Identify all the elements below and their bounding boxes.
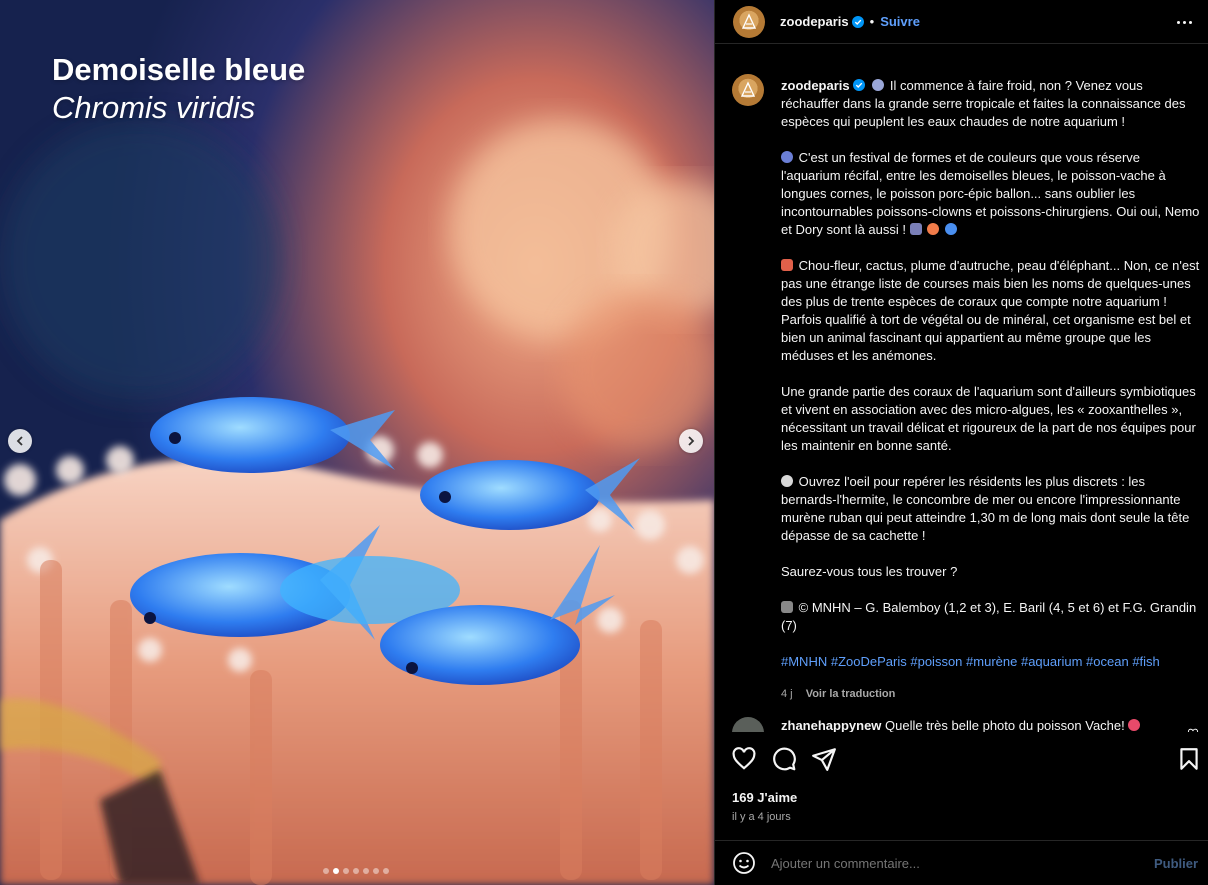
save-button[interactable] [1176, 746, 1202, 772]
hashtag-list: #MNHN #ZooDeParis #poisson #murène #aqua… [781, 653, 1201, 671]
more-dot-icon [1183, 20, 1186, 24]
species-common-name: Demoiselle bleue [52, 52, 306, 87]
like-count[interactable]: 169 J'aime [732, 790, 797, 805]
comment: zhanehappynew Quelle très belle photo du… [732, 717, 1202, 732]
carousel-dot [353, 868, 359, 874]
commenter-avatar[interactable] [732, 717, 764, 732]
fish-photo [0, 0, 714, 885]
media-caption: Demoiselle bleue Chromis viridis [52, 52, 305, 128]
comment-button[interactable] [771, 746, 797, 772]
caption-paragraph: © MNHN – G. Balemboy (1,2 et 3), E. Bari… [781, 599, 1201, 635]
caption-paragraph: zoodeparis Il commence à faire froid, no… [781, 77, 1201, 131]
caption-paragraph-text: Chou-fleur, cactus, plume d'autruche, pe… [781, 258, 1200, 363]
zoo-logo-icon [740, 81, 756, 97]
hashtag-link[interactable]: #murène [966, 654, 1017, 669]
zoo-logo-icon [741, 12, 757, 29]
species-latin-name: Chromis viridis [52, 90, 256, 125]
hashtag-link[interactable]: #aquarium [1021, 654, 1082, 669]
avatar[interactable] [733, 5, 765, 38]
caption-paragraph: Une grande partie des coraux de l'aquari… [781, 384, 1196, 453]
carousel-dots [323, 868, 389, 874]
more-options-button[interactable] [1177, 14, 1197, 30]
more-dot-icon [1189, 20, 1192, 24]
hashtag-link[interactable]: #ZooDeParis [831, 654, 907, 669]
heart-icon [732, 747, 756, 770]
more-dot-icon [1177, 20, 1180, 24]
caption-scroll-area[interactable]: zoodeparis Il commence à faire froid, no… [715, 60, 1208, 732]
caption-age: 4 j [781, 688, 793, 700]
see-translation-link[interactable]: Voir la traduction [806, 688, 896, 700]
previous-slide-button[interactable] [8, 429, 32, 453]
cold-face-emoji-icon [872, 79, 885, 91]
caption-username[interactable]: zoodeparis [781, 78, 850, 93]
hashtag-link[interactable]: #MNHN [781, 654, 827, 669]
carousel-dot [343, 868, 349, 874]
carousel-dot [383, 868, 389, 874]
hashtag-link[interactable]: #poisson [910, 654, 962, 669]
smiley-icon[interactable] [732, 851, 756, 875]
post-actions [715, 746, 1208, 776]
camera-emoji-icon [781, 601, 793, 613]
comment-text: zhanehappynew Quelle très belle photo du… [781, 717, 1142, 732]
comment-username[interactable]: zhanehappynew [781, 718, 881, 732]
comment-icon [773, 747, 796, 771]
caption-text: zoodeparis Il commence à faire froid, no… [781, 60, 1201, 703]
caption-meta: 4 j Voir la traduction [781, 685, 1201, 703]
carousel-dot [363, 868, 369, 874]
hashtag-link[interactable]: #fish [1132, 654, 1159, 669]
caption-row: zoodeparis Il commence à faire froid, no… [715, 60, 1208, 703]
post-sidebar: zoodeparis • Suivre zoodeparis Il commen… [714, 0, 1208, 885]
coral-reef-emoji-icon [781, 151, 793, 163]
like-button[interactable] [731, 746, 757, 772]
header-username[interactable]: zoodeparis [780, 14, 849, 29]
hashtag-link[interactable]: #ocean [1086, 654, 1129, 669]
caption-paragraph: C'est un festival de formes et de couleu… [781, 149, 1201, 239]
comment-body: Quelle très belle photo du poisson Vache… [885, 718, 1125, 732]
header-separator: • [869, 14, 875, 29]
post-header: zoodeparis • Suivre [715, 0, 1208, 44]
publish-button[interactable]: Publier [1154, 856, 1198, 871]
add-comment-bar: Publier [715, 841, 1208, 885]
caption-paragraph: Ouvrez l'oeil pour repérer les résidents… [781, 473, 1201, 545]
bookmark-icon [1180, 748, 1198, 770]
eyes-emoji-icon [781, 475, 793, 487]
caption-paragraph-text: Ouvrez l'oeil pour repérer les résidents… [781, 474, 1190, 543]
verified-badge-icon [851, 15, 864, 28]
clapper-emoji-icon [909, 223, 922, 235]
comment-input[interactable] [771, 855, 1131, 871]
coral-emoji-icon [781, 259, 793, 271]
chevron-right-icon [688, 436, 695, 446]
caption-paragraph-text: © MNHN – G. Balemboy (1,2 et 3), E. Bari… [781, 600, 1197, 633]
heart-eyes-emoji-icon [1128, 719, 1141, 731]
post-media: Demoiselle bleue Chromis viridis [0, 0, 714, 885]
carousel-dot [373, 868, 379, 874]
caption-paragraph: Saurez-vous tous les trouver ? [781, 564, 958, 579]
carousel-dot [323, 868, 329, 874]
orange-heart-icon [927, 223, 940, 235]
avatar[interactable] [732, 74, 764, 106]
caption-paragraph-text: C'est un festival de formes et de couleu… [781, 150, 1200, 237]
next-slide-button[interactable] [679, 429, 703, 453]
comment-like-icon[interactable] [1187, 728, 1199, 732]
post-timestamp[interactable]: il y a 4 jours [732, 811, 791, 823]
follow-button[interactable]: Suivre [880, 14, 920, 29]
carousel-dot [333, 868, 339, 874]
caption-paragraph: Chou-fleur, cactus, plume d'autruche, pe… [781, 257, 1201, 365]
share-button[interactable] [811, 746, 837, 772]
blue-heart-icon [944, 223, 957, 235]
send-icon [812, 748, 836, 771]
verified-badge-icon [852, 79, 865, 91]
chevron-left-icon [16, 436, 23, 446]
